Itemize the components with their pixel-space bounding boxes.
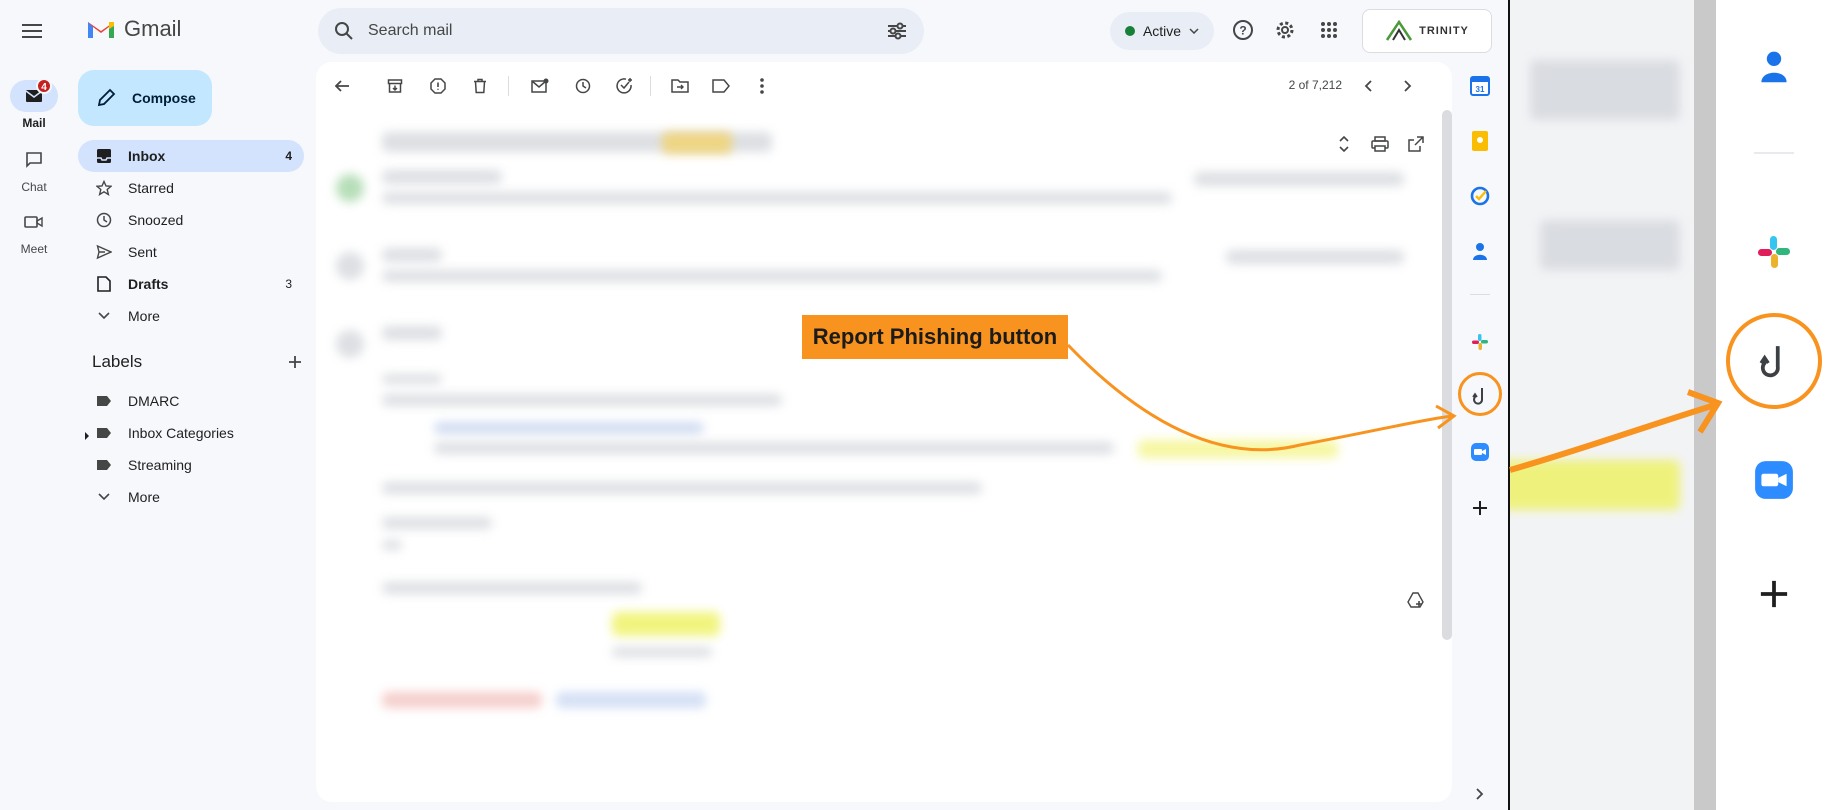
annotation-arrows [1066, 343, 1723, 473]
zoom-arrow-line [1509, 402, 1716, 473]
callout-arrow-line [1066, 343, 1453, 452]
